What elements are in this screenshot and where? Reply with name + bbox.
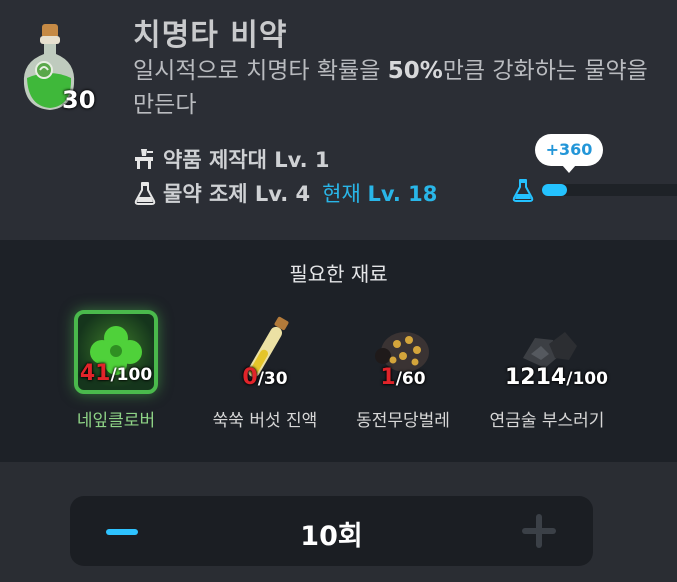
material-quantity: 41/100 xyxy=(79,361,153,386)
material-item-ladybug[interactable]: 1/60 동전무당벌레 xyxy=(328,310,478,431)
workbench-icon xyxy=(135,149,153,169)
vial-icon: 0/30 xyxy=(223,310,307,394)
flask-icon xyxy=(134,182,156,205)
current-skill-level: 현재 Lv. 18 xyxy=(322,182,438,206)
material-quantity: 0/30 xyxy=(242,365,288,390)
material-item-vial[interactable]: 0/30 쑥쑥 버섯 진액 xyxy=(190,310,340,431)
craft-count: 10회 xyxy=(300,521,363,552)
material-name: 쑥쑥 버섯 진액 xyxy=(212,411,318,431)
experience-bar xyxy=(542,184,677,196)
clover-icon: 41/100 xyxy=(74,310,158,394)
potion-count: 30 xyxy=(62,86,96,114)
workbench-requirement: 약품 제작대 Lv. 1 xyxy=(133,144,329,174)
material-quantity: 1/60 xyxy=(380,365,426,390)
material-quantity: 1214/100 xyxy=(505,365,608,390)
item-description: 일시적으로 치명타 확률을 50%만큼 강화하는 물약을 만든다 xyxy=(133,58,648,118)
materials-title: 필요한 재료 xyxy=(289,262,388,286)
experience-gain-bubble: +360 xyxy=(535,134,603,173)
rock-scraps-icon: 1214/100 xyxy=(505,310,608,394)
quantity-stepper: 10회 xyxy=(70,496,593,566)
skill-requirement: 물약 조제 Lv. 4 현재 Lv. 18 xyxy=(133,178,437,208)
material-item-rock-scraps[interactable]: 1214/100 연금술 부스러기 xyxy=(472,310,622,431)
material-item-clover[interactable]: 41/100 네잎클로버 xyxy=(41,310,191,431)
ladybug-icon: 1/60 xyxy=(361,310,445,394)
flask-exp-icon xyxy=(512,179,534,202)
plus-icon[interactable] xyxy=(522,514,556,548)
experience-fill xyxy=(542,184,567,196)
material-name: 네잎클로버 xyxy=(76,411,156,431)
item-title: 치명타 비약 xyxy=(133,18,288,53)
material-name: 연금술 부스러기 xyxy=(489,411,605,431)
material-name: 동전무당벌레 xyxy=(356,411,450,431)
